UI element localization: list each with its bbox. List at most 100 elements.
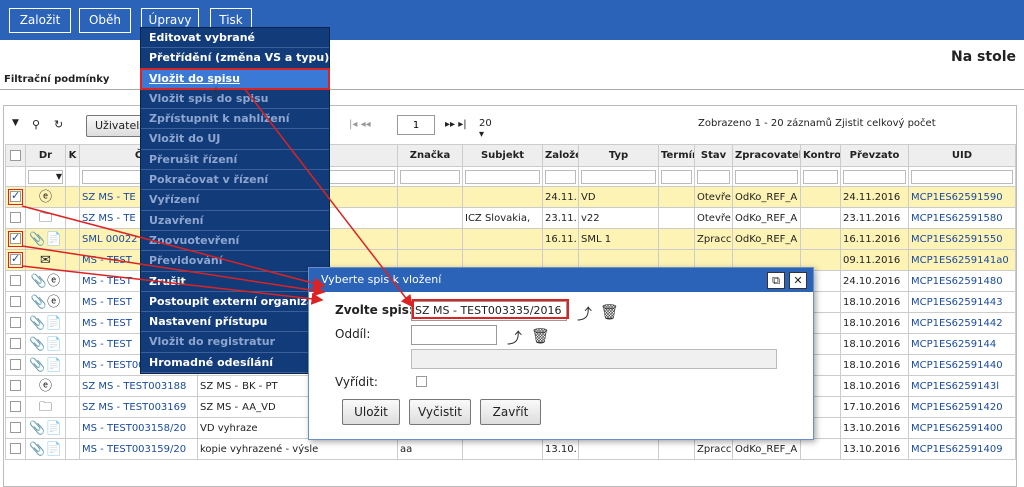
row-uid-link[interactable]: MCP1ES6259141a0 [908, 249, 1016, 271]
row-checkbox[interactable] [5, 438, 26, 460]
menu-item-vlo-it-do-spisu[interactable]: Vložit do spisu [140, 67, 330, 90]
menu-item-editovat-vybran[interactable]: Editovat vybrané [141, 28, 329, 49]
row-uid-link[interactable]: MCP1ES6259143l [908, 375, 1016, 397]
maximize-icon[interactable]: ⧉ [767, 272, 785, 289]
header-typ[interactable]: Typ [578, 144, 659, 167]
menu-item-vlo-it-spis-do-spisu[interactable]: Vložit spis do spisu [141, 89, 329, 110]
row-uid-link[interactable]: MCP1ES62591590 [908, 186, 1016, 208]
filter-zpracovatel[interactable] [732, 166, 801, 187]
row-uid-link[interactable]: MCP1ES62591442 [908, 312, 1016, 334]
select-all-checkbox[interactable] [5, 144, 26, 167]
row-uid-link[interactable]: MCP1ES62591550 [908, 228, 1016, 250]
menu-item-znovuotev-en[interactable]: Znovuotevření [141, 231, 329, 252]
menu-item-nastaven-p-stupu[interactable]: Nastavení přístupu [141, 312, 329, 333]
filter-stav[interactable] [694, 166, 733, 187]
select-icon[interactable]: ⤴ [577, 303, 592, 324]
records-info: Zobrazeno 1 - 20 záznamů Zjistit celkový… [698, 118, 936, 129]
collapse-icon[interactable]: ▼ [12, 118, 19, 128]
close-icon[interactable]: ✕ [789, 272, 807, 289]
page-input[interactable] [397, 115, 435, 135]
row-uid-link[interactable]: MCP1ES62591480 [908, 270, 1016, 292]
menu-item-p-evidov-n[interactable]: Převidování [141, 251, 329, 272]
header-uid[interactable]: UID [908, 144, 1016, 167]
row-uid-link[interactable]: MCP1ES62591443 [908, 291, 1016, 313]
row-cislo-link[interactable]: SZ MS - TEST003169 [79, 396, 198, 418]
row-uid-link[interactable]: MCP1ES62591440 [908, 354, 1016, 376]
row-checkbox[interactable] [5, 186, 26, 208]
filter-label[interactable]: Filtrační podmínky [4, 74, 109, 85]
row-checkbox[interactable] [5, 207, 26, 229]
menu-item-p-et-d-n-zm-na-vs-a-typu[interactable]: Přetřídění (změna VS a typu) [141, 48, 329, 69]
header-termin[interactable]: Termín [658, 144, 695, 167]
user-settings-button[interactable]: Uživatelské [86, 115, 148, 137]
header-zpracovatel[interactable]: Zpracovatel [732, 144, 801, 167]
vyridit-checkbox[interactable] [416, 376, 427, 387]
filter-termin[interactable] [658, 166, 695, 187]
header-dr[interactable]: Dr [25, 144, 66, 167]
filter-znacka[interactable] [397, 166, 463, 187]
row-checkbox[interactable] [5, 354, 26, 376]
menu-item-vy-zen[interactable]: Vyřízení [141, 190, 329, 211]
filter-zalozeno[interactable] [542, 166, 579, 187]
row-type-icon: ⓔ [25, 186, 66, 208]
row-checkbox[interactable] [5, 228, 26, 250]
pager-next-last-icon[interactable]: ▸▸ ▸| [445, 119, 467, 130]
table-row[interactable]: 📎📄 MS - TEST003159/20 kopie vyhrazené - vý… [5, 438, 1016, 460]
row-uid-link[interactable]: MCP1ES62591400 [908, 417, 1016, 439]
row-checkbox[interactable] [5, 249, 26, 271]
filter-subjekt[interactable] [462, 166, 543, 187]
row-cislo-link[interactable]: SZ MS - TEST003188 [79, 375, 198, 397]
oddil-display [411, 349, 777, 369]
menu-item-hromadn-odes-l-n[interactable]: Hromadné odesílání [141, 353, 329, 374]
menu-item-zru-it[interactable]: Zrušit [141, 272, 329, 292]
spis-input[interactable]: SZ MS - TEST003335/2016 [411, 301, 567, 321]
row-uid-link[interactable]: MCP1ES6259144 [908, 333, 1016, 355]
header-znacka[interactable]: Značka [397, 144, 463, 167]
row-checkbox[interactable] [5, 333, 26, 355]
menu-item-vlo-it-do-uj[interactable]: Vložit do UJ [141, 129, 329, 150]
header-stav[interactable]: Stav [694, 144, 733, 167]
filter-dr-select[interactable]: ▼ [25, 166, 66, 187]
header-subjekt[interactable]: Subjekt [462, 144, 543, 167]
row-kontrol [800, 207, 841, 229]
menu-item-uzav-en[interactable]: Uzavření [141, 211, 329, 231]
menu-item-p-eru-it-zen[interactable]: Přerušit řízení [141, 150, 329, 171]
zavrit-button[interactable]: Zavřít [480, 399, 541, 425]
obeh-button[interactable]: Oběh [79, 8, 131, 33]
row-cislo-link[interactable]: MS - TEST003158/20 [79, 417, 198, 439]
ulozit-button[interactable]: Uložit [342, 399, 400, 425]
refresh-icon[interactable]: ↻ [54, 118, 63, 131]
row-uid-link[interactable]: MCP1ES62591409 [908, 438, 1016, 460]
row-uid-link[interactable]: MCP1ES62591580 [908, 207, 1016, 229]
menu-item-vlo-it-do-registratur[interactable]: Vložit do registratur [141, 332, 329, 353]
menu-item-postoupit-extern-organizaci[interactable]: Postoupit externí organizaci [141, 292, 329, 313]
filter-prevzato[interactable] [840, 166, 909, 187]
menu-item-pokra-ovat-v-zen[interactable]: Pokračovat v řízení [141, 170, 329, 191]
header-prevzato[interactable]: Převzato [840, 144, 909, 167]
pager-first-prev-icon[interactable]: |◂ ◂◂ [349, 119, 371, 130]
select-icon[interactable]: ⤴ [507, 327, 522, 348]
row-checkbox[interactable] [5, 312, 26, 334]
zalozit-button[interactable]: Založit [9, 8, 71, 33]
rows-per-page-select[interactable]: 20 ▾ [479, 118, 492, 140]
menu-item-zp-stupnit-k-nahl-en[interactable]: Zpřístupnit k nahlížení [141, 109, 329, 130]
row-k [65, 354, 80, 376]
filter-uid[interactable] [908, 166, 1016, 187]
header-zalozeno[interactable]: Založe [542, 144, 579, 167]
filter-typ[interactable] [578, 166, 659, 187]
trash-icon[interactable]: 🗑 [600, 303, 619, 321]
filter-kontrol[interactable] [800, 166, 841, 187]
header-kontrol[interactable]: Kontrol [800, 144, 841, 167]
row-checkbox[interactable] [5, 291, 26, 313]
row-checkbox[interactable] [5, 270, 26, 292]
vycistit-button[interactable]: Vyčistit [409, 399, 471, 425]
oddil-input[interactable] [411, 325, 497, 345]
row-checkbox[interactable] [5, 396, 26, 418]
row-checkbox[interactable] [5, 375, 26, 397]
search-icon[interactable]: ⚲ [32, 118, 40, 131]
trash-icon[interactable]: 🗑 [531, 327, 550, 345]
row-uid-link[interactable]: MCP1ES62591420 [908, 396, 1016, 418]
row-cislo-link[interactable]: MS - TEST003159/20 [79, 438, 198, 460]
row-checkbox[interactable] [5, 417, 26, 439]
header-k[interactable]: K [65, 144, 80, 167]
